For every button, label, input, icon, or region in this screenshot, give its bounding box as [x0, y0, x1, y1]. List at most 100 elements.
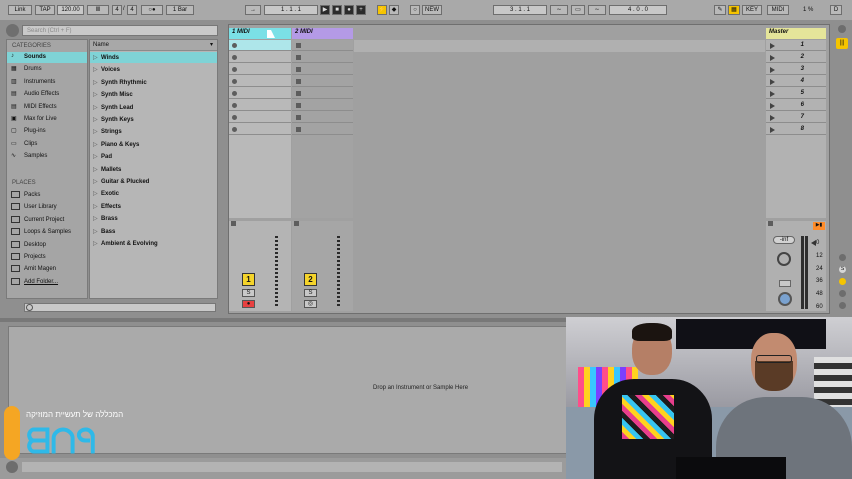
place-item[interactable]: Projects: [11, 253, 87, 263]
sig-num[interactable]: 4: [112, 5, 122, 15]
browser-item[interactable]: ▷ Effects: [93, 202, 213, 212]
scene-launch-icon[interactable]: [770, 79, 775, 85]
record-slot-icon[interactable]: [232, 79, 237, 84]
place-item[interactable]: User Library: [11, 203, 87, 213]
new-button[interactable]: NEW: [422, 5, 442, 15]
stop-slot-icon[interactable]: [296, 43, 301, 48]
category-item[interactable]: ▥ Instruments: [11, 78, 87, 88]
expand-arrow-icon[interactable]: ▷: [93, 215, 98, 222]
clip-slot[interactable]: [229, 112, 291, 123]
category-item[interactable]: ▦ Drums: [11, 65, 87, 75]
place-item[interactable]: Packs: [11, 191, 87, 201]
expand-arrow-icon[interactable]: ▷: [93, 203, 98, 210]
key-map-icon[interactable]: ▦: [728, 5, 740, 15]
scene-launch-icon[interactable]: [770, 127, 775, 133]
place-item[interactable]: Current Project: [11, 215, 87, 226]
browser-item[interactable]: ▷ Synth Keys: [93, 115, 213, 125]
stop-clips-2-icon[interactable]: [294, 221, 299, 226]
monitor-button-2[interactable]: ◎: [304, 300, 317, 308]
place-item[interactable]: Loops & Samples: [11, 228, 87, 238]
stop-slot-icon[interactable]: [296, 115, 301, 120]
clip-slot[interactable]: [229, 88, 291, 99]
scene-launch-icon[interactable]: [770, 115, 775, 121]
stop-slot-icon[interactable]: [296, 103, 301, 108]
browser-item[interactable]: ▷ Synth Rhythmic: [93, 78, 213, 88]
overdub-icon[interactable]: +: [356, 5, 366, 15]
scene-slot[interactable]: 6: [766, 100, 826, 111]
scene-slot[interactable]: 7: [766, 112, 826, 123]
expand-arrow-icon[interactable]: ▷: [93, 190, 98, 197]
clip-slot[interactable]: [292, 112, 353, 123]
sends-icon[interactable]: S: [839, 266, 846, 273]
io-icon[interactable]: [839, 254, 846, 261]
category-item[interactable]: ▤ MIDI Effects: [11, 103, 87, 113]
clip-slot[interactable]: [229, 100, 291, 111]
expand-arrow-icon[interactable]: ▷: [93, 240, 98, 247]
scene-slot[interactable]: 2: [766, 52, 826, 63]
stop-slot-icon[interactable]: [296, 67, 301, 72]
preview-headphone-icon[interactable]: [26, 304, 33, 311]
clip-slot[interactable]: [229, 76, 291, 87]
cue-volume-knob[interactable]: [778, 292, 792, 306]
cue-out-icon[interactable]: [779, 280, 791, 287]
metronome-icon[interactable]: ○●: [141, 5, 163, 15]
preview-bar[interactable]: [24, 303, 216, 312]
scene-slot[interactable]: 1: [766, 40, 826, 51]
sort-icon[interactable]: ▾: [210, 41, 213, 48]
bpm-field[interactable]: 120.00: [57, 5, 84, 15]
automation-arm-icon[interactable]: ⚡: [377, 5, 387, 15]
arm-button-1[interactable]: ●: [242, 300, 255, 308]
draw-mode-icon[interactable]: ✎: [714, 5, 726, 15]
browser-item[interactable]: ▷ Guitar & Plucked: [93, 177, 213, 187]
browser-item[interactable]: ▷ Strings: [93, 127, 213, 137]
name-column-header[interactable]: Name ▾: [90, 40, 217, 51]
scene-slot[interactable]: 5: [766, 88, 826, 99]
record-slot-icon[interactable]: [232, 55, 237, 60]
stop-slot-icon[interactable]: [296, 79, 301, 84]
scene-launch-icon[interactable]: [770, 91, 775, 97]
scene-launch-icon[interactable]: [770, 103, 775, 109]
stop-clips-1-icon[interactable]: [231, 221, 236, 226]
scene-launch-icon[interactable]: [770, 43, 775, 49]
quantize-select[interactable]: 1 Bar: [166, 5, 194, 15]
solo-button-2[interactable]: S: [304, 289, 317, 297]
clip-slot[interactable]: [229, 64, 291, 75]
link-button[interactable]: Link: [8, 5, 32, 15]
clip-slot[interactable]: [229, 52, 291, 63]
stop-slot-icon[interactable]: [296, 55, 301, 60]
stop-slot-icon[interactable]: [296, 91, 301, 96]
browser-item[interactable]: ▷ Synth Misc: [93, 90, 213, 100]
browser-item[interactable]: ▷ Piano & Keys: [93, 140, 213, 150]
master-volume-field[interactable]: -inf: [773, 236, 795, 244]
expand-arrow-icon[interactable]: ▷: [93, 104, 98, 111]
browser-item[interactable]: ▷ Brass: [93, 214, 213, 224]
stop-slot-icon[interactable]: [296, 127, 301, 132]
expand-arrow-icon[interactable]: ▷: [93, 166, 98, 173]
place-item[interactable]: Amit Magen: [11, 265, 87, 275]
clip-view-toggle-icon[interactable]: |||: [836, 38, 848, 49]
mixer-icon[interactable]: [839, 278, 846, 285]
browser-item[interactable]: ▷ Voices: [93, 65, 213, 75]
record-slot-icon[interactable]: [232, 115, 237, 120]
browser-toggle-icon[interactable]: [6, 24, 19, 37]
category-item[interactable]: ▤ Audio Effects: [11, 90, 87, 100]
arrangement-position[interactable]: 1 . 1 . 1: [264, 5, 318, 15]
place-item[interactable]: Add Folder...: [11, 277, 87, 288]
sig-den[interactable]: 4: [127, 5, 137, 15]
clip-slot[interactable]: [292, 64, 353, 75]
capture-icon[interactable]: ○: [410, 5, 420, 15]
stop-icon[interactable]: ■: [332, 5, 342, 15]
io-toggle-icon[interactable]: ▶▮: [813, 222, 825, 230]
place-item[interactable]: Desktop: [11, 240, 87, 251]
browser-item[interactable]: ▷ Pad: [93, 152, 213, 162]
clip-slot[interactable]: [292, 76, 353, 87]
tap-button[interactable]: TAP: [35, 5, 55, 15]
track-header-1-midi[interactable]: 1 MIDI: [229, 28, 291, 39]
track-activator-1[interactable]: 1: [242, 273, 255, 286]
clip-slot[interactable]: [292, 88, 353, 99]
clip-slot[interactable]: [292, 52, 353, 63]
midi-button[interactable]: MIDI: [767, 5, 789, 15]
punch-in-icon[interactable]: ∼: [550, 5, 568, 15]
category-item[interactable]: ♪ Sounds: [11, 53, 87, 63]
expand-arrow-icon[interactable]: ▷: [93, 66, 98, 73]
